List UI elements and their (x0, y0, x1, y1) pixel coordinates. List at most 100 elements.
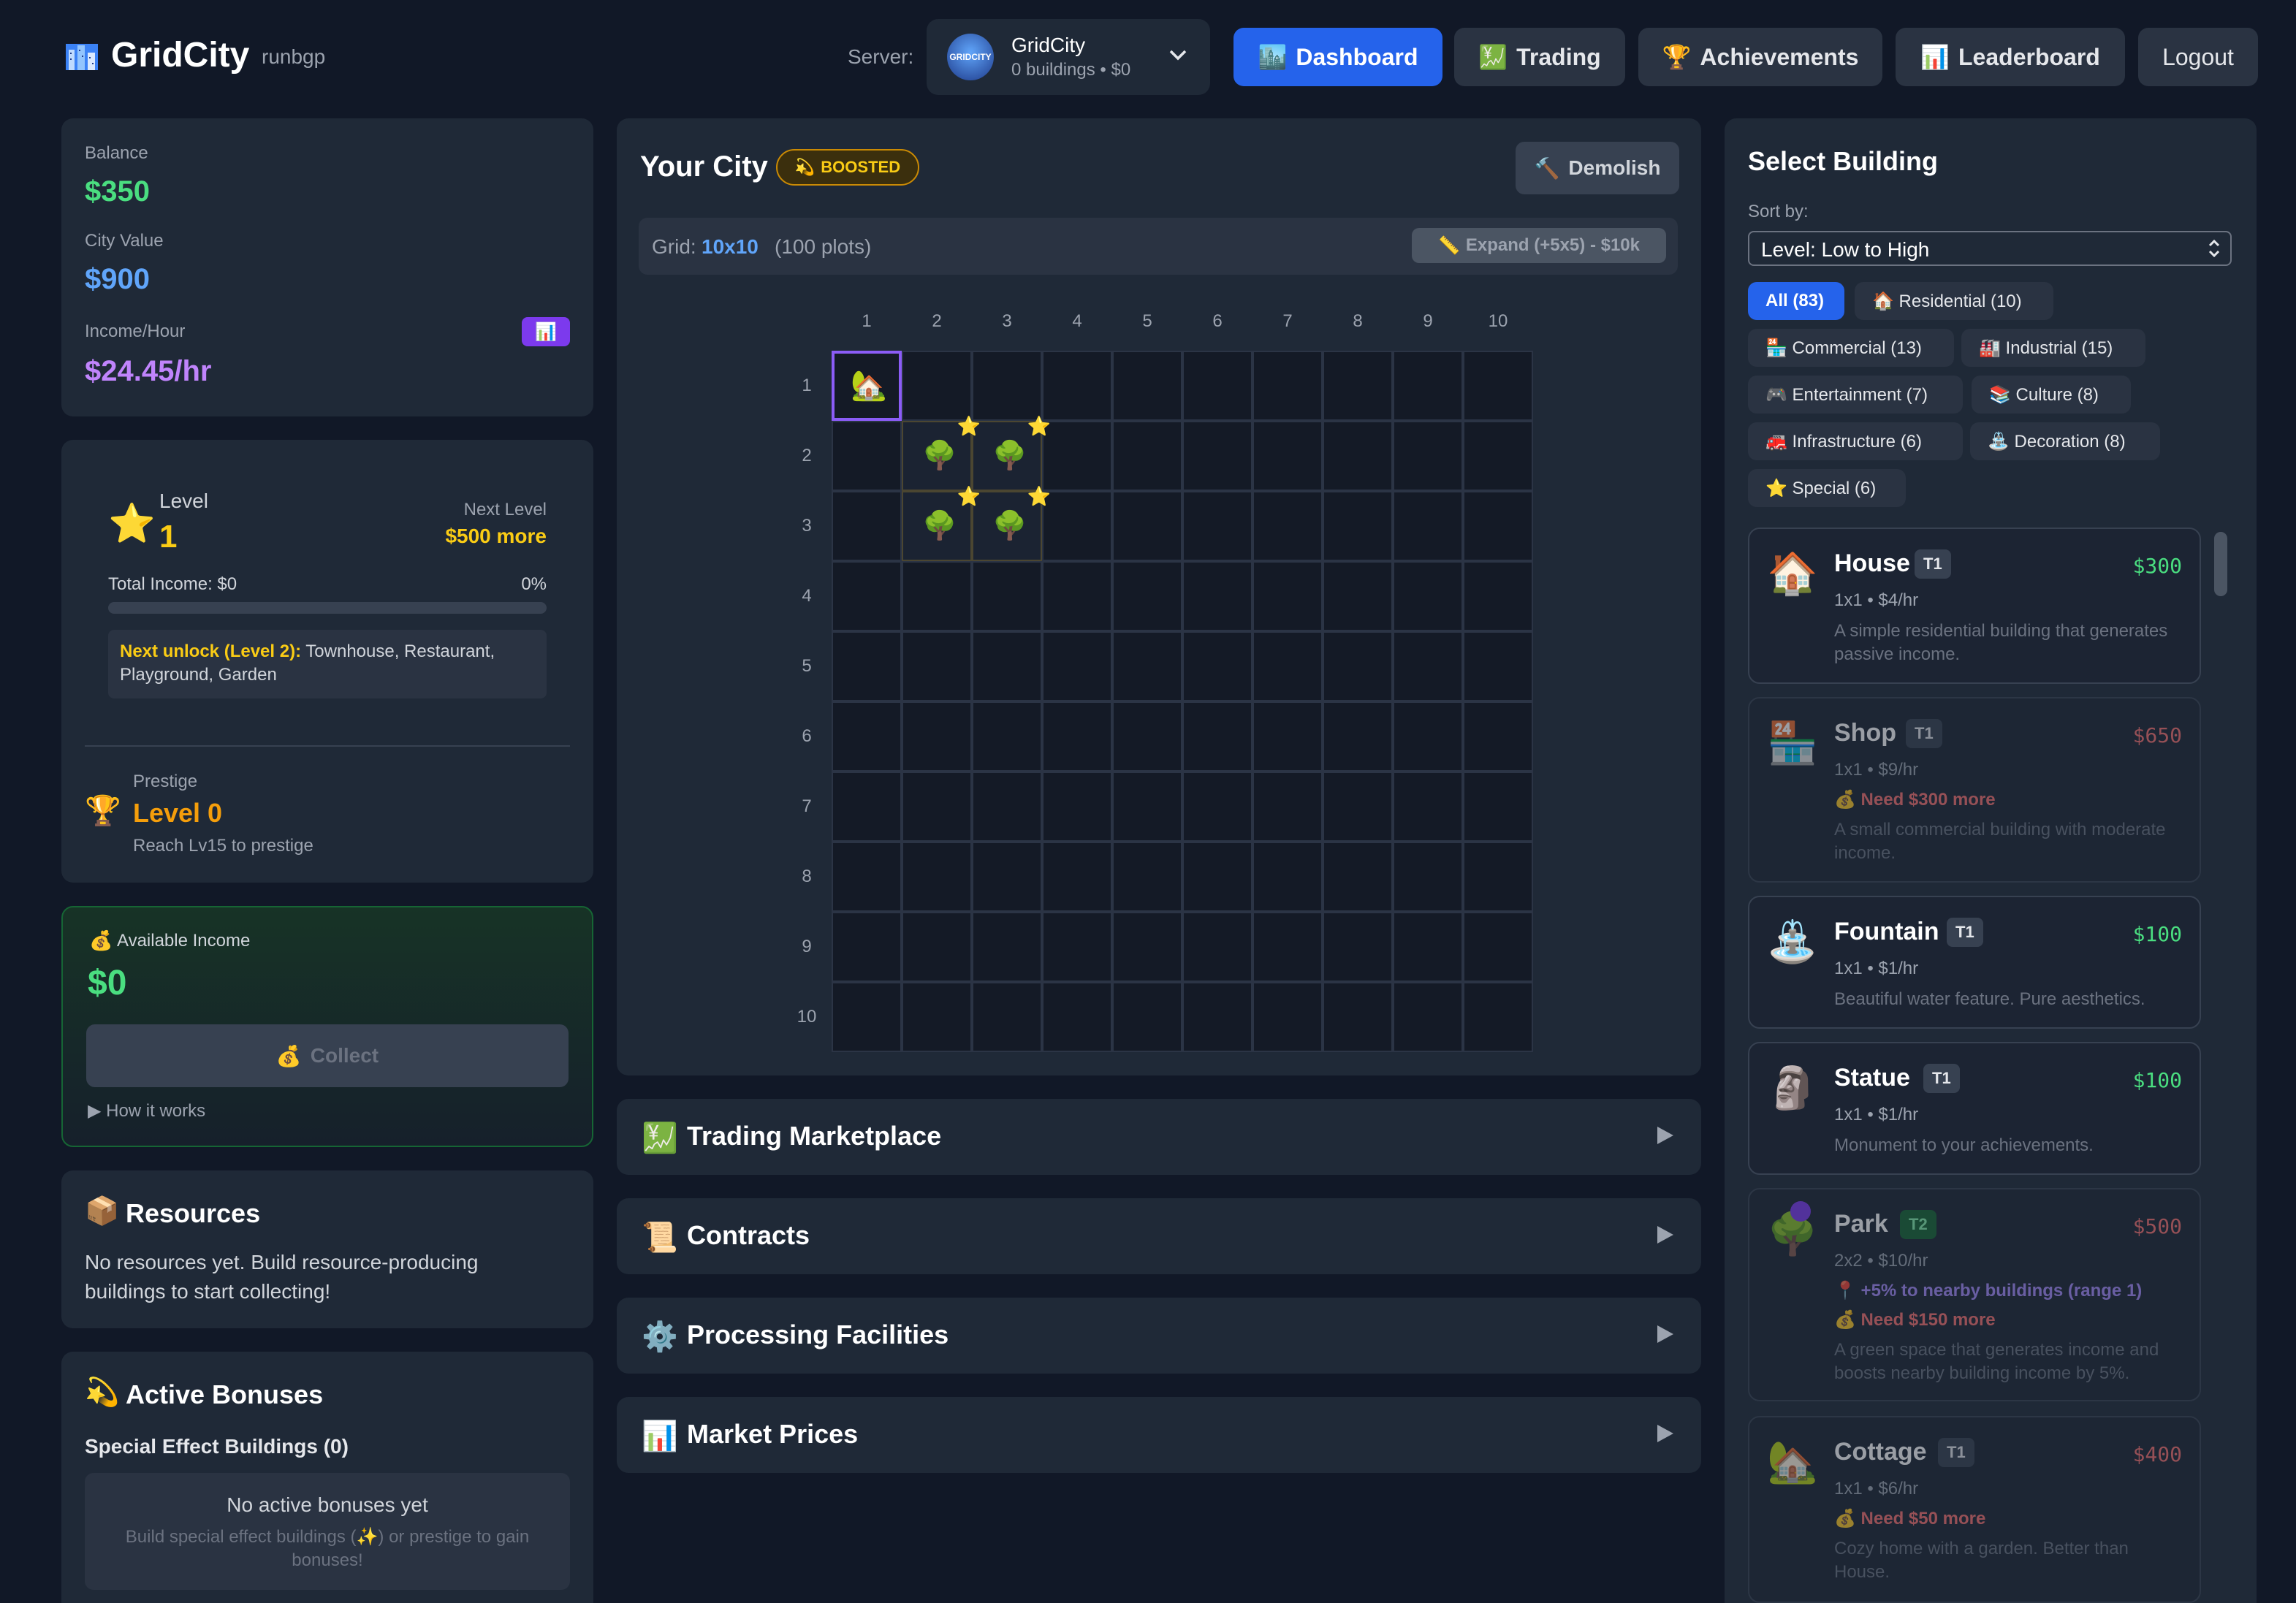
grid-cell[interactable] (1182, 351, 1252, 421)
grid-cell[interactable] (1252, 421, 1323, 491)
grid-cell[interactable] (1393, 351, 1463, 421)
nav-achievements-button[interactable]: 🏆 Achievements (1638, 28, 1882, 86)
grid-cell[interactable] (1323, 561, 1393, 631)
grid-cell[interactable] (1323, 772, 1393, 842)
grid-cell[interactable] (832, 421, 902, 491)
grid-cell[interactable] (832, 631, 902, 701)
accordion-header[interactable]: 📊 Market Prices (617, 1397, 1701, 1473)
grid-cell[interactable] (832, 772, 902, 842)
grid-cell[interactable] (1042, 631, 1112, 701)
building-card[interactable]: 🌳 Park T2 $500 2x2 • $10/hr 📍 +5% to nearby b… (1748, 1188, 2201, 1401)
grid-cell[interactable] (902, 351, 972, 421)
grid-cell[interactable] (902, 912, 972, 982)
grid-cell[interactable] (1182, 912, 1252, 982)
grid-cell[interactable] (1463, 701, 1533, 772)
nav-dashboard-button[interactable]: 🏙️ Dashboard (1233, 28, 1442, 86)
grid-cell[interactable] (972, 912, 1042, 982)
grid-cell[interactable] (972, 701, 1042, 772)
building-card[interactable]: 🗿 Statue T1 $100 1x1 • $1/hr Monument to your… (1748, 1042, 2201, 1175)
grid-cell[interactable] (1323, 982, 1393, 1052)
grid-cell[interactable]: 🏡 (832, 351, 902, 421)
grid-cell[interactable] (1463, 561, 1533, 631)
grid-cell[interactable]: 🌳 ⭐ (972, 415, 1051, 491)
category-filter-chip[interactable]: ⛲ Decoration (8) (1970, 422, 2160, 460)
grid-cell[interactable] (1463, 912, 1533, 982)
grid-cell[interactable] (902, 982, 972, 1052)
grid-cell[interactable] (902, 701, 972, 772)
grid-cell[interactable] (1182, 842, 1252, 912)
grid-cell[interactable] (1042, 772, 1112, 842)
accordion-header[interactable]: 💹 Trading Marketplace (617, 1099, 1701, 1175)
grid-cell[interactable] (1463, 842, 1533, 912)
grid-cell[interactable] (1323, 421, 1393, 491)
accordion-header[interactable]: 📜 Contracts (617, 1198, 1701, 1274)
city-grid[interactable]: 🏡 🌳 ⭐ 🌳 ⭐ 🌳 ⭐ 🌳 ⭐ (832, 351, 1533, 1052)
accordion-header[interactable]: ⚙️ Processing Facilities (617, 1298, 1701, 1374)
category-filter-chip[interactable]: 🏭 Industrial (15) (1961, 329, 2145, 367)
grid-cell[interactable] (832, 491, 902, 561)
grid-cell[interactable] (1042, 982, 1112, 1052)
grid-cell[interactable] (972, 561, 1042, 631)
grid-cell[interactable] (1112, 631, 1182, 701)
category-filter-chip[interactable]: 🚒 Infrastructure (6) (1748, 422, 1963, 460)
category-filter-chip[interactable]: 🏪 Commercial (13) (1748, 329, 1954, 367)
grid-cell[interactable] (1463, 772, 1533, 842)
grid-cell[interactable] (1182, 772, 1252, 842)
grid-cell[interactable] (1323, 842, 1393, 912)
grid-cell[interactable] (832, 561, 902, 631)
grid-cell[interactable] (1323, 912, 1393, 982)
grid-cell[interactable] (1252, 701, 1323, 772)
grid-cell[interactable]: 🌳 ⭐ (972, 485, 1051, 561)
scrollbar-thumb[interactable] (2214, 532, 2227, 596)
how-it-works-toggle[interactable]: ▶ How it works (88, 1100, 205, 1122)
grid-cell[interactable] (1112, 912, 1182, 982)
grid-cell[interactable] (1112, 421, 1182, 491)
grid-cell[interactable] (1112, 351, 1182, 421)
grid-cell[interactable] (1463, 421, 1533, 491)
building-card[interactable]: ⛲ Fountain T1 $100 1x1 • $1/hr Beautiful wate… (1748, 896, 2201, 1029)
grid-cell[interactable] (832, 912, 902, 982)
building-card[interactable]: 🏪 Shop T1 $650 1x1 • $9/hr 💰 Need $300 more A … (1748, 697, 2201, 883)
grid-cell[interactable] (1042, 912, 1112, 982)
grid-cell[interactable] (832, 842, 902, 912)
grid-cell[interactable] (1112, 561, 1182, 631)
grid-cell[interactable] (1182, 421, 1252, 491)
server-dropdown[interactable]: GRIDCITY GridCity 0 buildings • $0 (927, 19, 1210, 95)
grid-cell[interactable] (1252, 631, 1323, 701)
collect-button[interactable]: 💰 Collect (86, 1024, 569, 1087)
grid-cell[interactable] (1182, 701, 1252, 772)
income-chart-button[interactable]: 📊 (522, 317, 570, 346)
demolish-button[interactable]: 🔨 Demolish (1516, 142, 1679, 194)
building-card[interactable]: 🏠 House T1 $300 1x1 • $4/hr A simple resident… (1748, 528, 2201, 684)
grid-cell[interactable] (1393, 701, 1463, 772)
grid-cell[interactable] (1393, 912, 1463, 982)
grid-cell[interactable] (902, 561, 972, 631)
grid-cell[interactable] (902, 772, 972, 842)
grid-cell[interactable] (1463, 491, 1533, 561)
grid-cell[interactable] (1042, 421, 1112, 491)
grid-cell[interactable] (1182, 561, 1252, 631)
grid-cell[interactable] (1323, 491, 1393, 561)
grid-cell[interactable] (902, 631, 972, 701)
grid-cell[interactable] (1393, 772, 1463, 842)
grid-cell[interactable] (1252, 842, 1323, 912)
grid-cell[interactable] (1393, 561, 1463, 631)
grid-cell[interactable] (1112, 701, 1182, 772)
grid-cell[interactable] (1182, 982, 1252, 1052)
grid-cell[interactable] (1112, 982, 1182, 1052)
building-list-scrollbar[interactable] (2213, 529, 2227, 1603)
grid-cell[interactable] (972, 772, 1042, 842)
grid-cell[interactable] (1042, 561, 1112, 631)
category-filter-chip[interactable]: 🎮 Entertainment (7) (1748, 376, 1963, 414)
grid-cell[interactable] (1042, 701, 1112, 772)
grid-cell[interactable] (1112, 772, 1182, 842)
grid-cell[interactable] (1323, 701, 1393, 772)
grid-cell[interactable] (1182, 631, 1252, 701)
grid-cell[interactable] (1393, 842, 1463, 912)
grid-cell[interactable] (1393, 421, 1463, 491)
grid-cell[interactable]: 🌳 ⭐ (902, 415, 981, 491)
grid-cell[interactable] (972, 842, 1042, 912)
grid-cell[interactable] (1393, 982, 1463, 1052)
sort-select[interactable]: Level: Low to High (1748, 231, 2232, 266)
grid-cell[interactable] (1463, 982, 1533, 1052)
